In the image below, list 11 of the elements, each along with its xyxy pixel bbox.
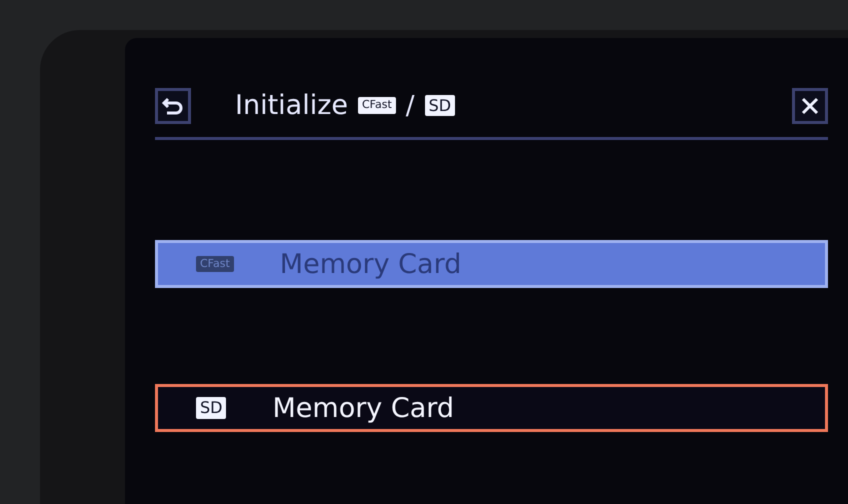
media-badge: CFast (358, 97, 396, 114)
separator-text: / (406, 90, 415, 120)
return-arrow-icon (162, 96, 184, 116)
screen-title: Initialize (235, 90, 348, 121)
media-badge: CFast (196, 256, 234, 272)
media-badge: SD (196, 397, 226, 419)
close-icon (800, 96, 820, 116)
media-badge: SD (424, 94, 456, 116)
menu-item[interactable]: SD Memory Card (155, 384, 828, 432)
close-button[interactable] (792, 88, 828, 124)
back-button[interactable] (155, 88, 191, 124)
